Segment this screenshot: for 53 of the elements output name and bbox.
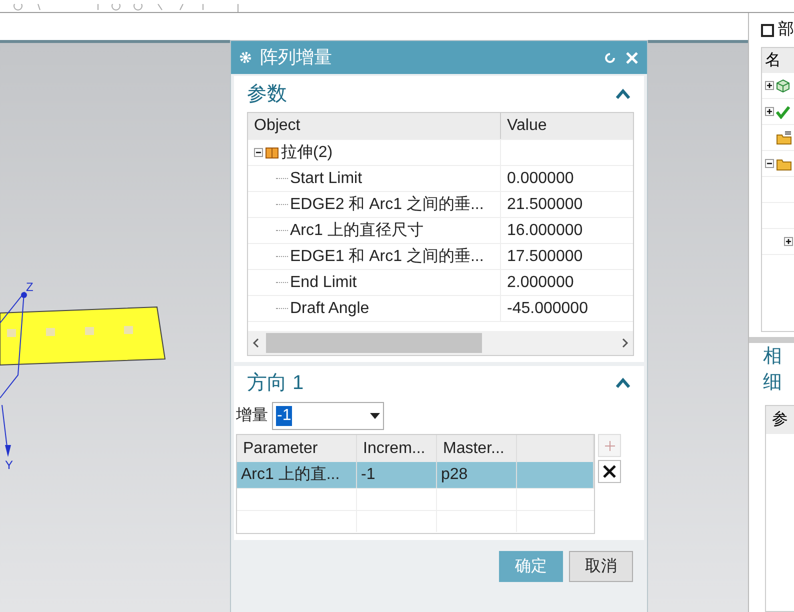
section-title: 参数 bbox=[247, 82, 287, 107]
table-cell-text: p28 bbox=[441, 465, 468, 485]
collapse-icon[interactable] bbox=[615, 377, 631, 389]
folder-icon bbox=[776, 130, 792, 144]
picture: Z Y bbox=[0, 43, 230, 612]
column-header[interactable]: Object bbox=[248, 113, 501, 139]
section-title: 方向 1 bbox=[247, 371, 304, 396]
delete-button[interactable] bbox=[598, 460, 621, 483]
close-icon[interactable] bbox=[625, 50, 639, 64]
plus-icon[interactable] bbox=[765, 81, 774, 90]
tree-item[interactable]: Start Limit bbox=[290, 166, 362, 190]
scroll-left-icon[interactable] bbox=[252, 338, 260, 348]
folder-icon bbox=[776, 156, 792, 170]
column-header[interactable]: Value bbox=[501, 113, 633, 139]
increment-dropdown[interactable]: -1 bbox=[272, 402, 384, 430]
table-cell-text: 2.000000 bbox=[506, 272, 575, 292]
table-cell-text: -1 bbox=[361, 465, 376, 485]
tree-item[interactable]: Draft Angle bbox=[290, 296, 370, 320]
horizontal-scrollbar[interactable] bbox=[248, 331, 633, 355]
crosshair-icon bbox=[602, 438, 616, 452]
book-icon bbox=[265, 146, 279, 160]
table-cell-text: 21.500000 bbox=[506, 194, 584, 214]
dropdown-arrow-icon bbox=[370, 413, 380, 419]
square-icon bbox=[761, 24, 774, 36]
table-row[interactable]: Arc1 上的直... -1 p28 bbox=[237, 462, 594, 488]
tree-item[interactable]: EDGE1 和 Arc1 之间的垂... bbox=[290, 244, 484, 268]
table-cell-text: -45.000000 bbox=[506, 298, 589, 318]
plus-icon[interactable] bbox=[765, 107, 774, 116]
section-title[interactable]: 相 bbox=[749, 343, 794, 369]
reset-icon[interactable] bbox=[603, 50, 617, 64]
gear-icon bbox=[239, 51, 252, 64]
cancel-button[interactable]: 取消 bbox=[569, 551, 633, 582]
tree-item[interactable]: End Limit bbox=[290, 270, 357, 294]
scrollbar-thumb[interactable] bbox=[266, 333, 482, 353]
tree-item[interactable]: Arc1 上的直径尺寸 bbox=[290, 218, 424, 242]
table-cell-text: 16.000000 bbox=[506, 220, 584, 240]
section-title[interactable]: 细 bbox=[749, 369, 794, 399]
plus-icon[interactable] bbox=[784, 237, 793, 246]
table-cell-text: 0.000000 bbox=[506, 168, 575, 188]
minus-icon[interactable] bbox=[254, 148, 263, 157]
scroll-right-icon[interactable] bbox=[621, 338, 629, 348]
tree-item[interactable]: EDGE2 和 Arc1 之间的垂... bbox=[290, 192, 484, 216]
increment-label: 增量 bbox=[236, 406, 268, 426]
dialog-title: 阵列增量 bbox=[260, 46, 333, 69]
panel-title: 部 bbox=[778, 20, 794, 40]
cube-icon bbox=[776, 78, 790, 92]
minus-icon[interactable] bbox=[765, 159, 774, 168]
collapse-icon[interactable] bbox=[615, 88, 631, 100]
check-icon bbox=[776, 104, 790, 118]
table-cell-text: Arc1 上的直... bbox=[241, 464, 340, 485]
tree-item[interactable]: 拉伸(2) bbox=[281, 140, 333, 164]
table-cell-text: 17.500000 bbox=[506, 246, 584, 266]
close-icon bbox=[603, 465, 616, 478]
